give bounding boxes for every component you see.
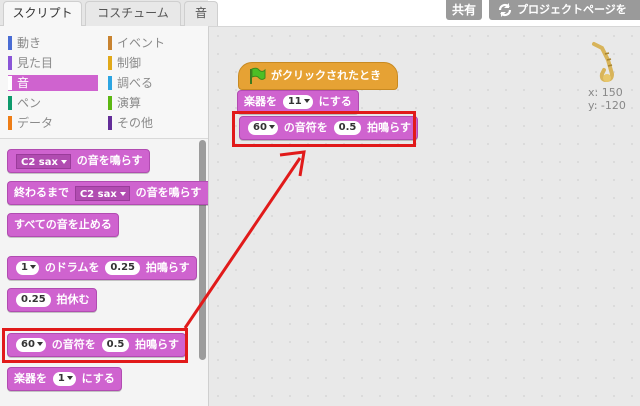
block-text: 拍休む bbox=[56, 293, 90, 306]
drum-dropdown[interactable]: 1 bbox=[16, 261, 39, 275]
dropdown-arrow-icon bbox=[60, 159, 67, 164]
script-block-play-note[interactable]: 60 の音符を 0.5 拍鳴らす bbox=[239, 116, 418, 140]
palette-scrollbar[interactable] bbox=[199, 140, 206, 360]
dropdown-arrow-icon bbox=[29, 265, 36, 269]
note-value: 60 bbox=[253, 122, 267, 133]
category-label: 音 bbox=[17, 76, 30, 90]
note-dropdown[interactable]: 60 bbox=[248, 121, 278, 135]
block-text: がクリックされたとき bbox=[271, 69, 381, 82]
block-text: の音符を bbox=[283, 121, 328, 134]
category-sensing[interactable]: 調べる bbox=[108, 75, 200, 91]
category-motion[interactable]: 動き bbox=[8, 35, 96, 51]
category-data[interactable]: データ bbox=[8, 115, 96, 131]
instrument-dropdown[interactable]: 11 bbox=[282, 95, 313, 109]
block-text: 拍鳴らす bbox=[367, 121, 411, 134]
block-set-instrument[interactable]: 楽器を 1 にする bbox=[7, 367, 122, 391]
note-value: 60 bbox=[21, 339, 35, 350]
beats-input[interactable]: 0.25 bbox=[16, 293, 51, 307]
block-text: 楽器を bbox=[244, 95, 277, 108]
share-button[interactable]: 共有 bbox=[446, 0, 482, 20]
tab-costumes[interactable]: コスチューム bbox=[85, 1, 181, 26]
saxophone-sprite-icon bbox=[592, 42, 615, 83]
sprite-y-coordinate: y: -120 bbox=[588, 99, 626, 112]
instrument-value: 11 bbox=[287, 96, 302, 107]
category-events[interactable]: イベント bbox=[108, 35, 200, 51]
category-panel: 動き 見た目 音 ペン データ イベント 制御 調べる 演算 その他 bbox=[0, 26, 208, 138]
category-more[interactable]: その他 bbox=[108, 115, 200, 131]
sound-value: C2 sax bbox=[79, 188, 117, 200]
category-label: 調べる bbox=[117, 76, 154, 90]
category-swatch bbox=[8, 36, 12, 50]
block-text: 終わるまで bbox=[14, 186, 69, 199]
sprite-x-coordinate: x: 150 bbox=[588, 86, 623, 99]
dropdown-arrow-icon bbox=[119, 191, 126, 196]
category-label: 動き bbox=[17, 36, 42, 50]
beats-input[interactable]: 0.5 bbox=[101, 338, 130, 352]
block-play-drum[interactable]: 1 のドラムを 0.25 拍鳴らす bbox=[7, 256, 197, 280]
category-swatch bbox=[8, 76, 12, 90]
category-label: 制御 bbox=[117, 56, 142, 70]
block-text: の音を鳴らす bbox=[76, 154, 143, 167]
category-pen[interactable]: ペン bbox=[8, 95, 96, 111]
block-text: の音符を bbox=[51, 338, 96, 351]
note-dropdown[interactable]: 60 bbox=[16, 338, 46, 352]
beats-input[interactable]: 0.25 bbox=[105, 261, 141, 275]
category-sound[interactable]: 音 bbox=[8, 75, 98, 91]
category-label: 見た目 bbox=[17, 56, 54, 70]
category-label: 演算 bbox=[117, 96, 142, 110]
tab-bar: スクリプト コスチューム 音 bbox=[0, 0, 218, 27]
category-operators[interactable]: 演算 bbox=[108, 95, 200, 111]
block-text: 楽器を bbox=[14, 372, 47, 385]
category-swatch bbox=[108, 36, 112, 50]
project-page-button[interactable]: プロジェクトページを bbox=[489, 0, 640, 20]
block-text: のドラムを bbox=[44, 261, 100, 274]
block-text: にする bbox=[81, 372, 115, 385]
beats-input[interactable]: 0.5 bbox=[333, 121, 362, 135]
sound-dropdown[interactable]: C2 sax bbox=[74, 185, 130, 201]
category-swatch bbox=[108, 116, 112, 130]
block-text: にする bbox=[318, 95, 352, 108]
block-play-sound[interactable]: C2 sax の音を鳴らす bbox=[7, 149, 150, 173]
dropdown-arrow-icon bbox=[268, 125, 275, 129]
refresh-icon bbox=[498, 3, 512, 17]
category-swatch bbox=[108, 56, 112, 70]
category-label: ペン bbox=[17, 96, 42, 110]
block-when-flag-clicked[interactable]: がクリックされたとき bbox=[238, 62, 398, 90]
dropdown-arrow-icon bbox=[303, 99, 310, 103]
project-page-label: プロジェクトページを bbox=[517, 3, 627, 16]
category-swatch bbox=[108, 96, 112, 110]
block-text: すべての音を止める bbox=[14, 218, 112, 231]
category-control[interactable]: 制御 bbox=[108, 55, 200, 71]
drum-value: 1 bbox=[21, 262, 28, 273]
script-block-set-instrument[interactable]: 楽器を 11 にする bbox=[237, 90, 359, 114]
block-stop-all-sounds[interactable]: すべての音を止める bbox=[7, 213, 119, 237]
block-rest[interactable]: 0.25 拍休む bbox=[7, 288, 97, 312]
green-flag-icon bbox=[250, 67, 266, 84]
category-swatch bbox=[8, 56, 12, 70]
block-play-note[interactable]: 60 の音符を 0.5 拍鳴らす bbox=[7, 333, 186, 357]
block-text: の音を鳴らす bbox=[135, 186, 202, 199]
sound-dropdown[interactable]: C2 sax bbox=[16, 153, 71, 169]
category-looks[interactable]: 見た目 bbox=[8, 55, 96, 71]
block-text: 拍鳴らす bbox=[135, 338, 179, 351]
block-play-sound-until-done[interactable]: 終わるまで C2 sax の音を鳴らす bbox=[7, 181, 208, 205]
tab-scripts[interactable]: スクリプト bbox=[3, 1, 82, 27]
category-label: データ bbox=[17, 116, 54, 130]
instrument-value: 1 bbox=[57, 373, 65, 384]
category-label: イベント bbox=[117, 36, 166, 50]
category-swatch bbox=[8, 96, 12, 110]
block-text: 拍鳴らす bbox=[145, 261, 190, 274]
sound-value: C2 sax bbox=[21, 156, 58, 168]
tab-sounds[interactable]: 音 bbox=[184, 1, 218, 26]
category-swatch bbox=[108, 76, 112, 90]
dropdown-arrow-icon bbox=[66, 376, 73, 380]
category-swatch bbox=[8, 116, 12, 130]
category-label: その他 bbox=[117, 116, 154, 130]
instrument-dropdown[interactable]: 1 bbox=[52, 372, 76, 386]
dropdown-arrow-icon bbox=[36, 342, 43, 346]
